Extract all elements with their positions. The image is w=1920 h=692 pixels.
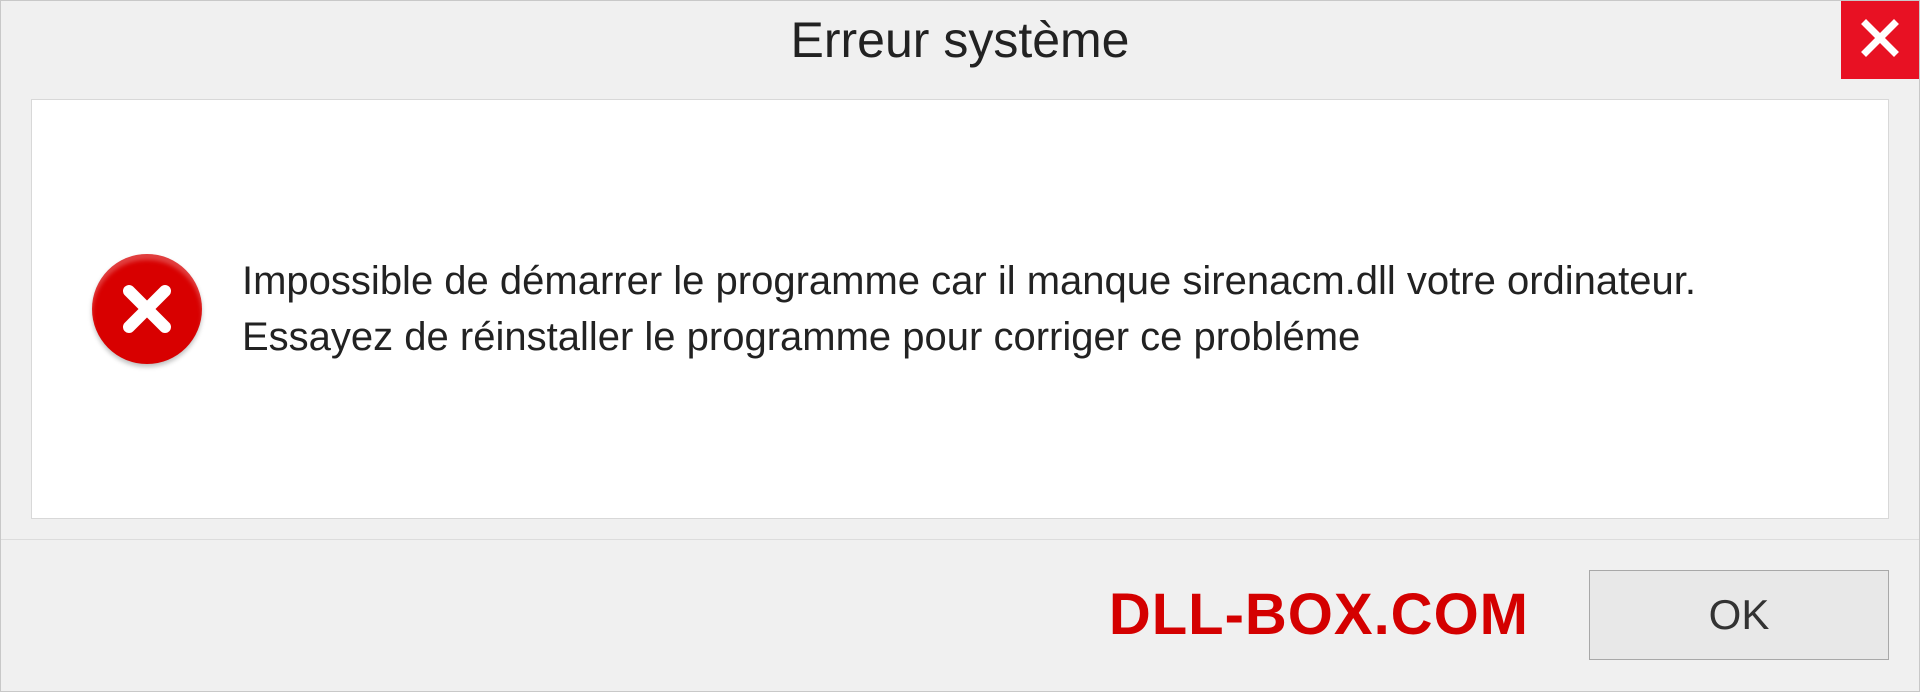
error-icon — [92, 254, 202, 364]
window-title: Erreur système — [791, 11, 1130, 69]
footer: DLL-BOX.COM OK — [1, 539, 1919, 689]
brand-label: DLL-BOX.COM — [1109, 581, 1529, 648]
content-panel: Impossible de démarrer le programme car … — [31, 99, 1889, 519]
close-button[interactable] — [1841, 1, 1919, 79]
error-dialog: Erreur système Impossible de démarrer le… — [0, 0, 1920, 692]
titlebar: Erreur système — [1, 1, 1919, 79]
ok-button-label: OK — [1709, 591, 1770, 639]
close-icon — [1860, 18, 1900, 63]
error-message: Impossible de démarrer le programme car … — [242, 253, 1828, 365]
ok-button[interactable]: OK — [1589, 570, 1889, 660]
